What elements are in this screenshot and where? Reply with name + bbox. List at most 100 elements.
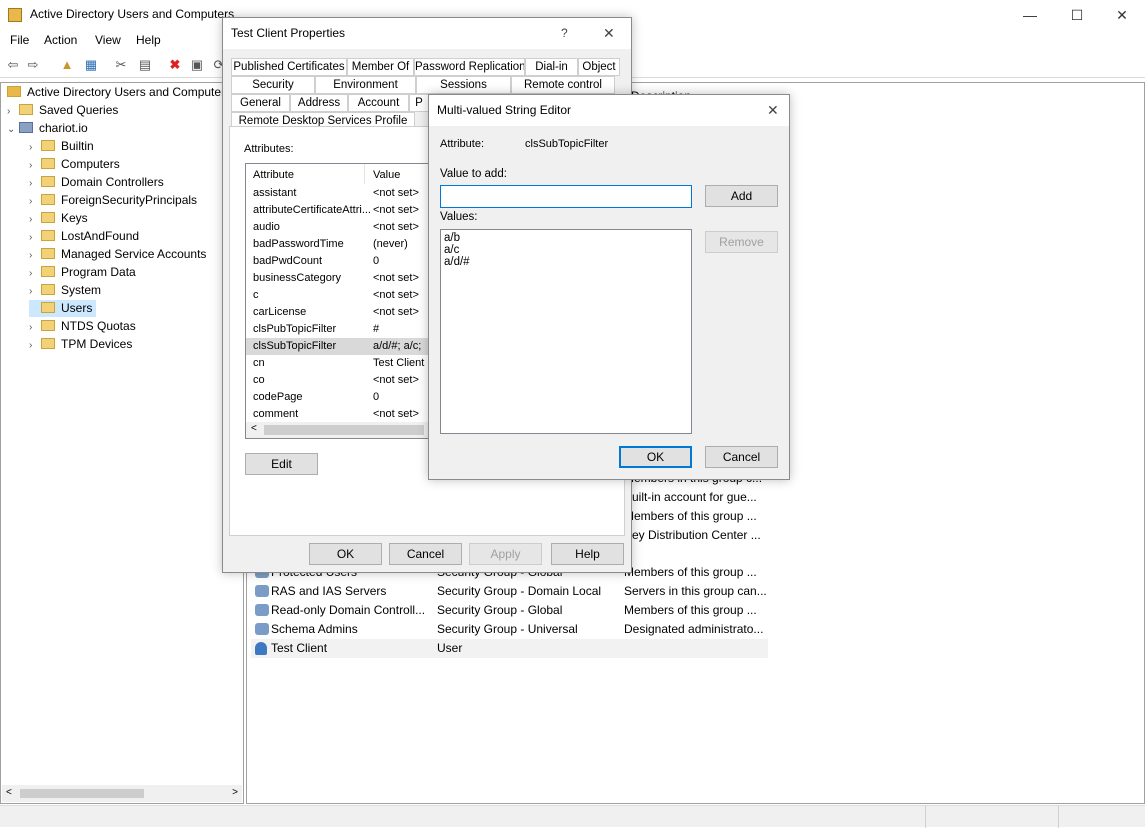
- tree-item[interactable]: › Keys: [29, 210, 88, 227]
- cancel-button[interactable]: Cancel: [705, 446, 778, 468]
- properties-tab[interactable]: Address: [290, 94, 348, 112]
- minimize-icon[interactable]: —: [1020, 6, 1040, 24]
- properties-tab[interactable]: Remote control: [511, 76, 615, 94]
- properties-tab[interactable]: General: [231, 94, 290, 112]
- chevron-right-icon[interactable]: ›: [29, 193, 41, 210]
- chevron-right-icon[interactable]: ›: [29, 247, 41, 264]
- properties-tab[interactable]: Published Certificates: [231, 58, 347, 76]
- attribute-row[interactable]: attributeCertificateAttri... <not set>: [253, 202, 429, 219]
- column-value[interactable]: Value: [373, 169, 400, 181]
- menu-action[interactable]: Action: [44, 33, 77, 47]
- list-item[interactable]: RAS and IAS Servers Security Group - Doma…: [251, 582, 768, 601]
- menu-file[interactable]: File: [10, 33, 29, 47]
- menu-help[interactable]: Help: [136, 33, 161, 47]
- column-attribute[interactable]: Attribute: [253, 169, 294, 181]
- properties-tab[interactable]: Member Of: [347, 58, 414, 76]
- chevron-right-icon[interactable]: ›: [29, 211, 41, 228]
- attribute-row[interactable]: c <not set>: [253, 287, 429, 304]
- properties-tab[interactable]: P: [409, 94, 429, 112]
- scroll-thumb[interactable]: [264, 425, 424, 435]
- tree-item[interactable]: › Computers: [29, 156, 120, 173]
- add-button[interactable]: Add: [705, 185, 778, 207]
- chevron-right-icon[interactable]: ›: [29, 139, 41, 156]
- properties-tab[interactable]: Security: [231, 76, 315, 94]
- back-arrow-icon[interactable]: ⇦: [4, 56, 22, 74]
- tree-item[interactable]: › Program Data: [29, 264, 136, 281]
- value-to-add-input[interactable]: [440, 185, 692, 208]
- forward-arrow-icon[interactable]: ⇨: [24, 56, 42, 74]
- chevron-down-icon[interactable]: ⌄: [7, 121, 19, 138]
- attributes-horizontal-scrollbar[interactable]: <: [246, 422, 429, 438]
- tree-item[interactable]: › System: [29, 282, 101, 299]
- attribute-value: (never): [373, 238, 408, 250]
- show-tree-icon[interactable]: ▦: [82, 56, 100, 74]
- tree-horizontal-scrollbar[interactable]: < >: [2, 785, 242, 802]
- chevron-right-icon[interactable]: ›: [29, 337, 41, 354]
- ok-button[interactable]: OK: [309, 543, 382, 565]
- properties-tab[interactable]: Object: [578, 58, 620, 76]
- scroll-left-icon[interactable]: <: [6, 787, 12, 798]
- tree-item[interactable]: ⌄ chariot.io: [7, 120, 88, 137]
- cancel-button[interactable]: Cancel: [389, 543, 462, 565]
- attribute-row[interactable]: businessCategory <not set>: [253, 270, 429, 287]
- list-item[interactable]: Read-only Domain Controll... Security Gro…: [251, 601, 768, 620]
- attribute-row[interactable]: clsPubTopicFilter #: [253, 321, 429, 338]
- properties-icon[interactable]: ▣: [188, 56, 206, 74]
- attribute-row[interactable]: co <not set>: [253, 372, 429, 389]
- value-item[interactable]: a/d/#: [444, 256, 688, 268]
- chevron-right-icon[interactable]: ›: [29, 229, 41, 246]
- edit-button[interactable]: Edit: [245, 453, 318, 475]
- attribute-row[interactable]: clsSubTopicFilter a/d/#; a/c;: [246, 338, 429, 355]
- value-item[interactable]: a/b: [444, 232, 688, 244]
- close-icon[interactable]: ✕: [603, 18, 615, 49]
- scroll-thumb[interactable]: [20, 789, 144, 798]
- attribute-row[interactable]: comment <not set>: [253, 406, 429, 423]
- properties-tab[interactable]: Environment: [315, 76, 416, 94]
- attribute-row[interactable]: badPasswordTime (never): [253, 236, 429, 253]
- tree-item[interactable]: › Managed Service Accounts: [29, 246, 206, 263]
- maximize-icon[interactable]: ☐: [1067, 6, 1087, 24]
- help-button[interactable]: Help: [551, 543, 624, 565]
- properties-tab[interactable]: Dial-in: [525, 58, 578, 76]
- scroll-right-icon[interactable]: >: [232, 787, 238, 798]
- tree-item[interactable]: › LostAndFound: [29, 228, 139, 245]
- tree-item[interactable]: › TPM Devices: [29, 336, 132, 353]
- properties-tab[interactable]: Sessions: [416, 76, 511, 94]
- values-list[interactable]: a/b a/c a/d/#: [440, 229, 692, 434]
- chevron-right-icon[interactable]: ›: [29, 175, 41, 192]
- attribute-row[interactable]: badPwdCount 0: [253, 253, 429, 270]
- tree-item[interactable]: › NTDS Quotas: [29, 318, 136, 335]
- attribute-row[interactable]: audio <not set>: [253, 219, 429, 236]
- scroll-left-icon[interactable]: <: [251, 423, 257, 434]
- help-icon[interactable]: ?: [561, 18, 568, 49]
- list-item[interactable]: Test Client User: [251, 639, 768, 658]
- chevron-right-icon[interactable]: ›: [7, 103, 19, 120]
- tree-item[interactable]: › Builtin: [29, 138, 94, 155]
- chevron-right-icon[interactable]: ›: [29, 319, 41, 336]
- chevron-right-icon[interactable]: ›: [29, 283, 41, 300]
- tree-root[interactable]: Active Directory Users and Computer: [7, 84, 225, 101]
- close-icon[interactable]: ✕: [767, 95, 779, 126]
- tree-item[interactable]: › Domain Controllers: [29, 174, 164, 191]
- tree-item[interactable]: › Saved Queries: [7, 102, 118, 119]
- clipboard-icon[interactable]: ▤: [136, 56, 154, 74]
- delete-icon[interactable]: ✖: [166, 56, 184, 74]
- tree-item[interactable]: Users: [29, 300, 97, 317]
- ok-button[interactable]: OK: [619, 446, 692, 468]
- attribute-row[interactable]: cn Test Client: [253, 355, 429, 372]
- up-folder-icon[interactable]: ▲: [58, 56, 76, 74]
- chevron-right-icon[interactable]: ›: [29, 265, 41, 282]
- close-icon[interactable]: ✕: [1112, 6, 1132, 24]
- properties-tab[interactable]: Password Replication: [414, 58, 525, 76]
- cut-icon[interactable]: ✂: [112, 56, 130, 74]
- attribute-row[interactable]: assistant <not set>: [253, 185, 429, 202]
- attribute-row[interactable]: codePage 0: [253, 389, 429, 406]
- tree-item[interactable]: › ForeignSecurityPrincipals: [29, 192, 197, 209]
- list-item[interactable]: Schema Admins Security Group - Universal D…: [251, 620, 768, 639]
- attribute-row[interactable]: carLicense <not set>: [253, 304, 429, 321]
- properties-tab[interactable]: Account: [348, 94, 409, 112]
- menu-view[interactable]: View: [95, 33, 121, 47]
- attributes-list[interactable]: Attribute Value assistant <not set> attrib…: [245, 163, 430, 439]
- value-item[interactable]: a/c: [444, 244, 688, 256]
- chevron-right-icon[interactable]: ›: [29, 157, 41, 174]
